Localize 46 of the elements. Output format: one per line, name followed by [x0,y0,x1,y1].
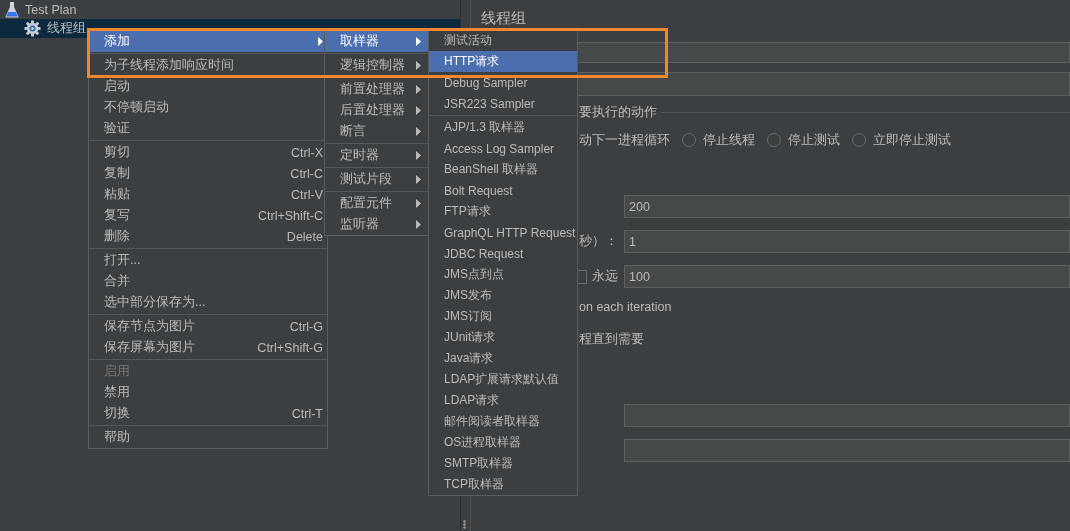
checkbox-label: on each iteration [579,300,672,314]
menu-item[interactable]: SMTP取样器 [429,453,577,474]
menu-item[interactable]: 保存屏幕为图片 Ctrl+Shift-G [89,337,327,358]
radio-label: 动下一进程循环 [579,131,670,149]
menu-item[interactable]: 不停顿启动 [89,97,327,118]
menu-item[interactable]: JUnit请求 [429,327,577,348]
menu-item[interactable]: 帮助 [89,427,327,448]
field-label: 秒）： [579,233,619,250]
menu-item[interactable]: 保存节点为图片 Ctrl-G [89,316,327,337]
menu-item[interactable]: JDBC Request [429,243,577,264]
menu-item[interactable]: 打开... [89,250,327,271]
menu-item[interactable]: JMS发布 [429,285,577,306]
input-field[interactable]: 100 [624,265,1070,288]
menu-item[interactable]: LDAP扩展请求默认值 [429,369,577,390]
tree-item[interactable]: Test Plan [0,0,460,19]
group-label: 要执行的动作 [579,103,657,121]
menu-item[interactable]: 合并 [89,271,327,292]
checkbox-label: 程直到需要 [579,332,644,346]
input-field[interactable]: 1 [624,230,1070,253]
menu-item[interactable]: HTTP请求 [429,51,577,72]
menu-item[interactable]: 邮件阅读者取样器 [429,411,577,432]
menu-item[interactable]: LDAP请求 [429,390,577,411]
menu-item[interactable]: 剪切 Ctrl-X [89,142,327,163]
menu-item[interactable]: 启动 [89,76,327,97]
menu-item[interactable]: OS进程取样器 [429,432,577,453]
radio-label: 停止线程 [703,131,755,149]
checkbox-label: 永远 [592,268,618,285]
input-field[interactable]: 200 [624,195,1070,218]
menu-item[interactable]: 选中部分保存为... [89,292,327,313]
menu-item[interactable]: 测试片段 [325,169,436,190]
radio-label: 立即停止测试 [873,131,951,149]
panel-title: 线程组 [481,9,526,26]
menu-item[interactable]: Java请求 [429,348,577,369]
menu-item[interactable]: 定时器 [325,145,436,166]
menu-item[interactable]: 删除 Delete [89,226,327,247]
menu-item[interactable]: JMS订阅 [429,306,577,327]
menu-item[interactable]: JMS点到点 [429,264,577,285]
menu-item[interactable]: 禁用 [89,382,327,403]
menu-item[interactable]: 粘贴 Ctrl-V [89,184,327,205]
radio-label: 停止测试 [788,131,840,149]
menu-item[interactable]: TCP取样器 [429,474,577,495]
menu-item[interactable]: 复制 Ctrl-C [89,163,327,184]
menu-item[interactable]: 切换 Ctrl-T [89,403,327,424]
menu-item[interactable]: 添加 [89,31,327,52]
menu-item[interactable]: 验证 [89,118,327,139]
menu-item[interactable]: 复写 Ctrl+Shift-C [89,205,327,226]
